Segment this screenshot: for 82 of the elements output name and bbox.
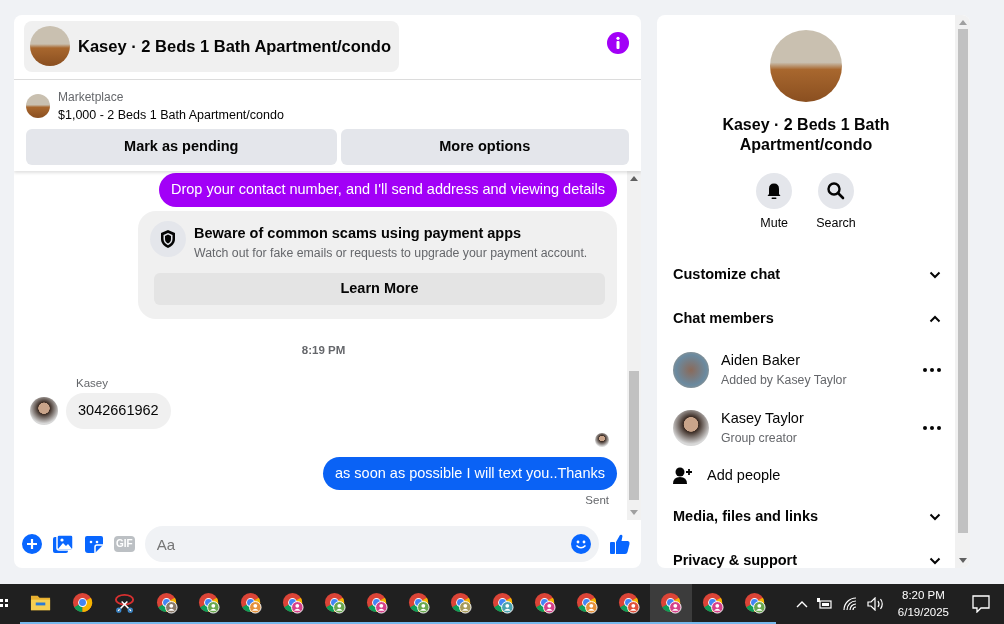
search-label: Search xyxy=(816,215,856,232)
listing-source: Marketplace xyxy=(58,89,125,106)
chevron-up-icon xyxy=(929,314,941,323)
add-people-item[interactable]: Add people xyxy=(657,456,955,495)
browser-profile-icon xyxy=(450,592,472,614)
more-dots-icon[interactable] xyxy=(923,367,941,372)
sender-name: Kasey xyxy=(76,375,109,391)
scroll-up-arrow-icon[interactable] xyxy=(630,174,638,181)
browser-profile-icon xyxy=(282,592,304,614)
browser-profile-icon xyxy=(408,592,430,614)
taskbar-app[interactable] xyxy=(650,584,692,624)
wifi-icon[interactable] xyxy=(841,597,858,611)
listing-thumbnail xyxy=(26,94,50,119)
start-grid-icon[interactable] xyxy=(0,598,10,610)
chevron-down-icon xyxy=(929,270,941,279)
section-header[interactable]: Customize chat xyxy=(657,252,955,297)
browser-profile-icon xyxy=(660,592,682,614)
info-icon[interactable] xyxy=(607,32,629,54)
mute-icon[interactable] xyxy=(756,173,793,209)
browser-profile-icon xyxy=(492,592,514,614)
member-note: Group creator xyxy=(721,430,798,448)
mute-label: Mute xyxy=(760,215,789,232)
notice-title: Beware of common scams using payment apps xyxy=(194,223,523,243)
scrollbar-thumb[interactable] xyxy=(629,371,639,500)
scissors-icon xyxy=(114,592,136,614)
listing-photo xyxy=(30,26,70,66)
browser-profile-icon xyxy=(240,592,262,614)
scrollbar-thumb[interactable] xyxy=(957,29,968,533)
browser-profile-icon xyxy=(324,592,346,614)
more-options-button[interactable]: More options xyxy=(340,128,629,165)
search-icon[interactable] xyxy=(818,173,854,209)
message-bubble: as soon as possible I will text you..Thanks xyxy=(323,456,617,491)
battery-icon[interactable] xyxy=(816,598,833,610)
member-note: Added by Kasey Taylor xyxy=(721,372,848,390)
seen-avatar xyxy=(595,432,609,447)
listing-summary: $1,000 - 2 Beds 1 Bath Apartment/condo xyxy=(58,107,284,124)
scroll-down-arrow-icon[interactable] xyxy=(958,558,967,564)
conversation-title-text: Kasey · 2 Beds 1 Bath Apartment/condo xyxy=(78,35,391,57)
plus-icon[interactable] xyxy=(22,534,42,554)
avatar xyxy=(30,396,58,425)
learn-more-button[interactable]: Learn More xyxy=(154,272,605,305)
thumbs-up-icon[interactable] xyxy=(609,533,631,555)
chevron-down-icon xyxy=(929,512,941,521)
browser-profile-icon xyxy=(618,592,640,614)
emoji-icon[interactable] xyxy=(571,534,591,554)
speaker-icon[interactable] xyxy=(866,597,885,611)
message-timestamp: 8:19 PM xyxy=(301,343,346,356)
browser-profile-icon xyxy=(156,592,178,614)
member-avatar xyxy=(673,351,709,388)
member-row[interactable]: Kasey Taylor Group creator xyxy=(657,398,955,457)
browser-profile-icon xyxy=(576,592,598,614)
person-add-icon xyxy=(673,466,693,485)
mark-pending-button[interactable]: Mark as pending xyxy=(26,128,337,165)
section-header[interactable]: Privacy & support xyxy=(657,538,955,568)
chevron-down-icon xyxy=(929,556,941,565)
clock-date[interactable]: 6/19/2025 xyxy=(897,604,949,621)
message-bubble: 3042661962 xyxy=(66,392,171,429)
member-row[interactable]: Aiden Baker Added by Kasey Taylor xyxy=(657,340,955,399)
image-icon[interactable] xyxy=(52,534,74,554)
message-input[interactable]: Aa xyxy=(144,526,599,562)
shield-icon xyxy=(150,220,186,257)
browser-profile-icon xyxy=(702,592,724,614)
member-avatar xyxy=(673,409,709,446)
browser-profile-icon xyxy=(744,592,766,614)
section-header[interactable]: Chat members xyxy=(657,296,955,341)
chevron-up-icon[interactable] xyxy=(795,600,808,608)
conversation-title[interactable]: Kasey · 2 Beds 1 Bath Apartment/condo xyxy=(24,21,399,72)
member-name: Aiden Baker xyxy=(721,350,801,370)
browser-profile-icon xyxy=(534,592,556,614)
message-status: Sent xyxy=(585,493,609,509)
more-dots-icon[interactable] xyxy=(923,425,941,430)
browser-profile-icon xyxy=(366,592,388,614)
notice-text: Watch out for fake emails or requests to upgrade your payment account. xyxy=(194,245,588,263)
clock-time[interactable]: 8:20 PM xyxy=(897,587,949,604)
sticker-icon[interactable] xyxy=(84,534,104,554)
notification-icon[interactable] xyxy=(972,595,990,613)
chat-name: Kasey · 2 Beds 1 Bath Apartment/condo xyxy=(721,115,891,155)
member-name: Kasey Taylor xyxy=(721,408,805,428)
browser-profile-icon xyxy=(198,592,220,614)
section-header[interactable]: Media, files and links xyxy=(657,494,955,539)
browser-icon xyxy=(72,592,94,614)
message-bubble: Drop your contact number, and I'll send address and viewing details xyxy=(159,172,617,207)
